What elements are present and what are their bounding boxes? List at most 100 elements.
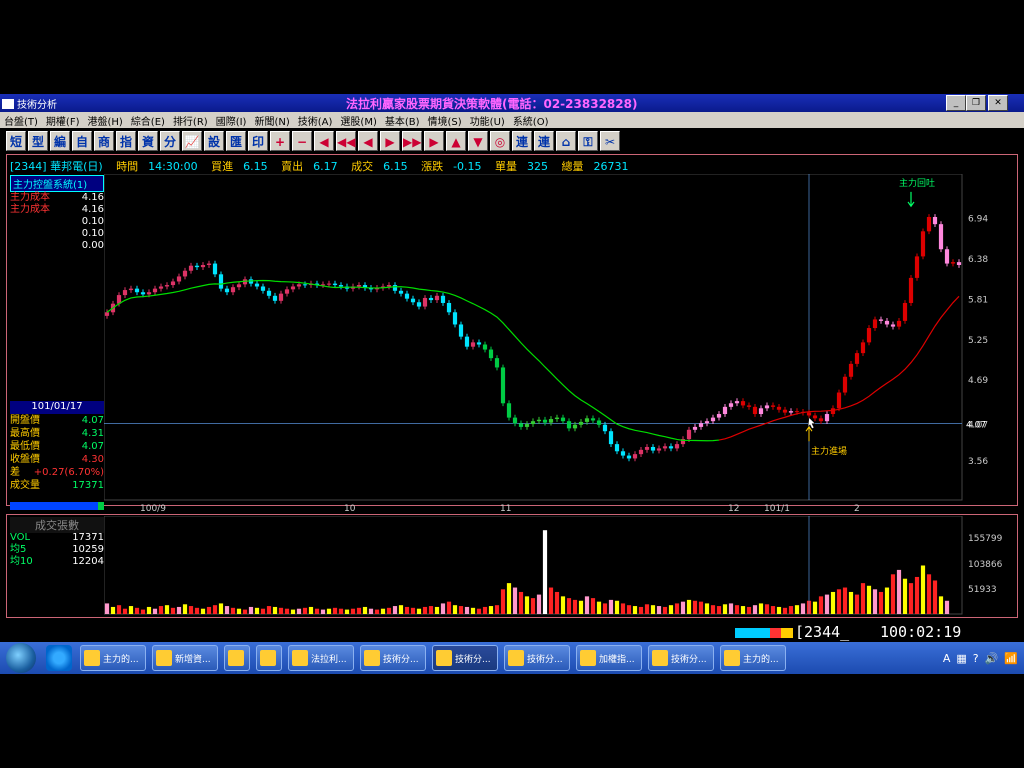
menu-item-6[interactable]: 新聞(N) [250,112,293,128]
toolbar-button-17[interactable]: ▶ [380,131,400,151]
volume-tick-label: 155799 [968,534,1003,544]
toolbar-button-4[interactable]: 商 [94,131,114,151]
scroll-strip[interactable] [10,502,104,510]
volume-bar [152,608,158,614]
start-button[interactable] [6,643,36,673]
candle-body [914,256,920,278]
taskbar-item[interactable]: 新增資... [152,645,218,671]
candle-body [734,401,740,404]
toolbar-button-23[interactable]: 連 [512,131,532,151]
toolbar-button-16[interactable]: ◀ [358,131,378,151]
close-button[interactable]: ✕ [988,95,1008,111]
toolbar-button-5[interactable]: 指 [116,131,136,151]
volume-bar [254,607,260,614]
indicator-title[interactable]: 主力控盤系統(1) [10,175,104,192]
toolbar-button-27[interactable]: ✂ [600,131,620,151]
stock-code-box[interactable]: [2344_ [795,623,849,641]
taskbar-item[interactable]: 技術分... [648,645,714,671]
candle-body [410,298,416,303]
menu-item-12[interactable]: 系統(O) [509,112,553,128]
taskbar-item[interactable]: 加權指... [576,645,642,671]
taskbar-item[interactable]: 技術分... [360,645,426,671]
candle-body [302,284,308,286]
toolbar-button-9[interactable]: 設 [204,131,224,151]
toolbar-button-0[interactable]: 短 [6,131,26,151]
y-tick-label: 6.38 [968,255,988,265]
menu-item-9[interactable]: 基本(B) [381,112,424,128]
taskbar-item[interactable] [256,645,282,671]
toolbar-button-15[interactable]: ◀◀ [336,131,356,151]
volume-bar [374,609,380,614]
toolbar-button-25[interactable]: ⌂ [556,131,576,151]
taskbar-app-icon [228,650,244,666]
toolbar-button-21[interactable]: ▼ [468,131,488,151]
menu-item-1[interactable]: 期權(F) [42,112,84,128]
volume-bar [548,587,554,614]
candle-body [854,353,860,364]
restore-button[interactable]: ❐ [966,95,986,111]
toolbar-button-11[interactable]: 印 [248,131,268,151]
toolbar-button-20[interactable]: ▲ [446,131,466,151]
toolbar-button-1[interactable]: 型 [28,131,48,151]
candle-body [272,295,278,301]
toolbar-button-8[interactable]: 📈 [182,131,202,151]
taskbar-item[interactable]: 技術分... [432,645,498,671]
input-settings-icon[interactable]: ▦ [956,652,966,665]
toolbar-button-24[interactable]: 連 [534,131,554,151]
menu-item-3[interactable]: 綜合(E) [127,112,169,128]
network-icon[interactable]: 📶 [1004,652,1018,665]
ohlc-date: 101/01/17 [10,401,104,414]
taskbar-item[interactable]: 技術分... [504,645,570,671]
toolbar-button-6[interactable]: 資 [138,131,158,151]
volume-bar [308,606,314,614]
volume-bar [398,605,404,614]
toolbar-button-12[interactable]: + [270,131,290,151]
volume-bar [500,589,506,614]
status-bar [0,622,1024,640]
ie-icon[interactable] [46,645,72,671]
taskbar-item[interactable]: 法拉利... [288,645,354,671]
help-icon[interactable]: ? [973,652,979,665]
toolbar-button-18[interactable]: ▶▶ [402,131,422,151]
toolbar-button-2[interactable]: 編 [50,131,70,151]
toolbar-button-26[interactable]: ⚿ [578,131,598,151]
candle-body [398,290,404,294]
candle-body [464,336,470,347]
volume-bar [626,605,632,614]
menu-item-8[interactable]: 選股(M) [336,112,380,128]
brand-title: 法拉利贏家股票期貨決策軟體(電話：02-23832828) [346,97,638,111]
taskbar-item[interactable]: 主力的... [720,645,786,671]
toolbar-button-19[interactable]: ▶ [424,131,444,151]
toolbar-button-13[interactable]: − [292,131,312,151]
toolbar-button-3[interactable]: 自 [72,131,92,151]
stock-name[interactable]: [2344] 華邦電(日) [10,160,103,173]
volume-icon[interactable]: 🔊 [985,652,999,665]
toolbar-button-14[interactable]: ◀ [314,131,334,151]
toolbar-button-22[interactable]: ◎ [490,131,510,151]
x-tick-label: 101/1 [764,504,790,514]
ohlc-row-label: 開盤價 [10,415,40,426]
menu-item-0[interactable]: 台盤(T) [0,112,42,128]
toolbar-button-7[interactable]: 分 [160,131,180,151]
menu-item-4[interactable]: 排行(R) [169,112,212,128]
menu-item-2[interactable]: 港盤(H) [83,112,126,128]
menu-item-7[interactable]: 技術(A) [294,112,337,128]
change-label: 漲跌 [421,160,444,173]
toolbar-button-10[interactable]: 匯 [226,131,246,151]
price-chart[interactable]: 6.946.385.815.254.694.073.564.07100/9 10 1… [104,174,1018,514]
taskbar-item[interactable]: 主力的... [80,645,146,671]
volume-chart[interactable]: 155799 103866 51933 [104,516,1018,616]
volume-bar [368,608,374,614]
candle-body [176,276,182,282]
menu-item-10[interactable]: 情境(S) [424,112,466,128]
volume-bar [200,608,206,614]
candle-body [764,405,770,409]
volume-bar [134,607,140,614]
volume-bar [110,606,116,614]
menu-item-11[interactable]: 功能(U) [466,112,509,128]
minimize-button[interactable]: _ [946,95,966,111]
taskbar-item[interactable] [224,645,250,671]
candle-body [170,281,176,286]
menu-item-5[interactable]: 國際(I) [212,112,251,128]
ime-icon[interactable]: A [943,652,951,665]
